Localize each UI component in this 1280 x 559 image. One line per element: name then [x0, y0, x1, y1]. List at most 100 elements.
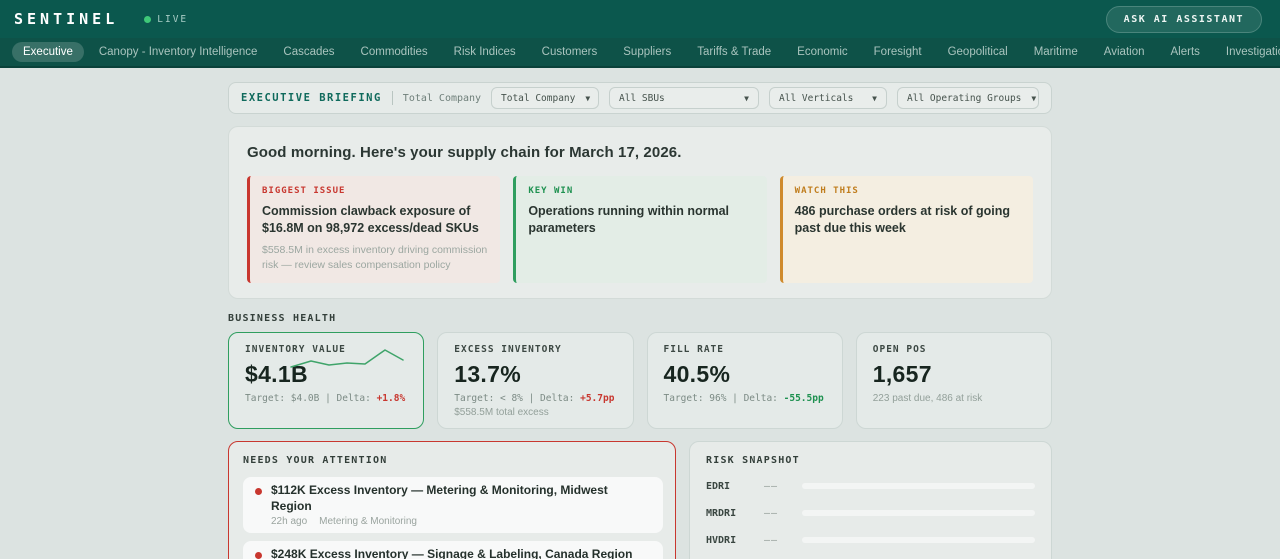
- callout-title: Operations running within normal paramet…: [528, 204, 730, 235]
- risk-index-row: EDRI ——: [706, 479, 1035, 493]
- kpi-label: EXCESS INVENTORY: [454, 344, 562, 356]
- callout-biggest-issue: BIGGEST ISSUE Commission clawback exposu…: [247, 176, 501, 284]
- attention-item-meta: 22h ago Metering & Monitoring: [271, 516, 651, 527]
- risk-index-label: HVDRI: [706, 534, 737, 546]
- chevron-down-icon: ▼: [1031, 93, 1037, 103]
- kpi-row: INVENTORY VALUE $4.1B Target: $4.0B | De…: [228, 332, 1052, 430]
- risk-index-row: HVDRI ——: [706, 533, 1035, 547]
- filter-sbu-value: All SBUs: [619, 92, 665, 104]
- kpi-delta: +1.8%: [376, 393, 406, 405]
- tab-tariffs-trade[interactable]: Tariffs & Trade: [686, 42, 782, 62]
- tab-economic[interactable]: Economic: [786, 42, 859, 62]
- callout-label: BIGGEST ISSUE: [262, 186, 346, 196]
- risk-index-label: MRDRI: [706, 507, 737, 519]
- tab-risk-indices[interactable]: Risk Indices: [443, 42, 527, 62]
- bottom-panels: NEEDS YOUR ATTENTION $112K Excess Invent…: [228, 441, 1052, 559]
- needs-attention-panel: NEEDS YOUR ATTENTION $112K Excess Invent…: [228, 441, 676, 559]
- kpi-target-line: Target: $4.0B | Delta: +1.8%: [245, 393, 407, 404]
- tab-customers[interactable]: Customers: [531, 42, 609, 62]
- kpi-value: 13.7%: [454, 361, 521, 388]
- tab-maritime[interactable]: Maritime: [1023, 42, 1089, 62]
- filter-vertical-value: All Verticals: [779, 92, 854, 104]
- live-label: LIVE: [157, 13, 189, 25]
- tab-cascades[interactable]: Cascades: [272, 42, 345, 62]
- tab-commodities[interactable]: Commodities: [350, 42, 439, 62]
- briefing-title: EXECUTIVE BRIEFING: [241, 92, 382, 104]
- live-dot-icon: [144, 15, 152, 23]
- kpi-inventory-value[interactable]: INVENTORY VALUE $4.1B Target: $4.0B | De…: [228, 332, 425, 430]
- kpi-target: Target: $4.0B | Delta:: [245, 393, 371, 405]
- filter-operating-group-select[interactable]: All Operating Groups ▼: [897, 87, 1039, 109]
- risk-index-label: EDRI: [706, 480, 731, 492]
- main-nav: Executive Canopy - Inventory Intelligenc…: [0, 38, 1280, 68]
- kpi-open-pos[interactable]: OPEN POS 1,657 223 past due, 486 at risk: [855, 332, 1052, 430]
- kpi-delta: +5.7pp: [580, 393, 615, 405]
- live-status: LIVE: [144, 14, 188, 25]
- attention-item-body: $112K Excess Inventory — Metering & Moni…: [271, 483, 651, 527]
- tab-investigations[interactable]: Investigations: [1215, 42, 1280, 62]
- briefing-scope: Total Company: [402, 92, 482, 104]
- chevron-down-icon: ▼: [585, 93, 591, 103]
- attention-item-title: $248K Excess Inventory — Signage & Label…: [271, 547, 633, 559]
- executive-briefing-bar: EXECUTIVE BRIEFING Total Company Total C…: [228, 82, 1052, 114]
- filter-vertical-select[interactable]: All Verticals ▼: [769, 87, 887, 109]
- filter-sbu-select[interactable]: All SBUs ▼: [609, 87, 759, 109]
- attention-item-body: $248K Excess Inventory — Signage & Label…: [271, 547, 632, 559]
- tab-aviation[interactable]: Aviation: [1093, 42, 1156, 62]
- risk-index-value: ——: [764, 480, 779, 492]
- kpi-excess-inventory[interactable]: EXCESS INVENTORY 13.7% Target: < 8% | De…: [437, 332, 634, 430]
- ask-ai-assistant-button[interactable]: ASK AI ASSISTANT: [1105, 5, 1262, 33]
- kpi-target: Target: < 8% | Delta:: [454, 393, 575, 405]
- callout-watch-this: WATCH THIS 486 purchase orders at risk o…: [779, 176, 1033, 284]
- risk-index-bar: [802, 483, 1035, 490]
- kpi-value: 40.5%: [663, 361, 731, 388]
- attention-item-title: $112K Excess Inventory — Metering & Moni…: [271, 483, 608, 513]
- sparkline-icon: [289, 345, 409, 380]
- tab-geopolitical[interactable]: Geopolitical: [937, 42, 1019, 62]
- callout-key-win: KEY WIN Operations running within normal…: [513, 176, 767, 284]
- chevron-down-icon: ▼: [744, 93, 749, 103]
- kpi-delta: -55.5pp: [783, 393, 824, 405]
- callout-row: BIGGEST ISSUE Commission clawback exposu…: [247, 176, 1033, 284]
- tab-suppliers[interactable]: Suppliers: [612, 42, 682, 62]
- callout-label: WATCH THIS: [794, 186, 859, 196]
- filter-company-select[interactable]: Total Company ▼: [491, 87, 599, 109]
- attention-item-category: Metering & Monitoring: [319, 516, 417, 528]
- divider: [391, 91, 393, 105]
- filter-operating-group-value: All Operating Groups: [907, 92, 1022, 104]
- kpi-fill-rate[interactable]: FILL RATE 40.5% Target: 96% | Delta: -55…: [646, 332, 843, 430]
- filter-group: Total Company ▼ All SBUs ▼ All Verticals…: [491, 87, 1039, 109]
- greeting-text: Good morning. Here's your supply chain f…: [247, 144, 682, 161]
- kpi-note: $558.5M total excess: [454, 407, 549, 419]
- tab-alerts[interactable]: Alerts: [1160, 42, 1211, 62]
- kpi-target: Target: 96% | Delta:: [663, 393, 778, 405]
- alert-dot-icon: [255, 552, 262, 559]
- business-health-section-label: BUSINESS HEALTH: [228, 313, 337, 325]
- callout-label: KEY WIN: [528, 186, 574, 196]
- kpi-target-line: Target: 96% | Delta: -55.5pp: [664, 393, 826, 404]
- kpi-value: 1,657: [872, 361, 932, 388]
- kpi-target-line: Target: < 8% | Delta: +5.7pp: [454, 393, 616, 404]
- risk-index-value: ——: [764, 534, 779, 546]
- alert-dot-icon: [255, 488, 262, 496]
- risk-snapshot-panel: RISK SNAPSHOT EDRI —— MRDRI —— HVDRI —— …: [689, 441, 1052, 559]
- kpi-label: FILL RATE: [663, 344, 724, 356]
- risk-index-value: ——: [764, 507, 779, 519]
- risk-snapshot-title: RISK SNAPSHOT: [706, 455, 800, 467]
- tab-foresight[interactable]: Foresight: [863, 42, 933, 62]
- attention-item[interactable]: $112K Excess Inventory — Metering & Moni…: [243, 477, 663, 534]
- tab-canopy-inventory-intelligence[interactable]: Canopy - Inventory Intelligence: [88, 42, 269, 62]
- attention-item[interactable]: $248K Excess Inventory — Signage & Label…: [243, 541, 663, 559]
- filter-company-value: Total Company: [501, 92, 576, 104]
- risk-index-bar: [802, 510, 1035, 517]
- callout-title: Commission clawback exposure of $16.8M o…: [262, 204, 479, 235]
- top-bar: SENTINEL LIVE ASK AI ASSISTANT: [0, 0, 1280, 38]
- tab-executive[interactable]: Executive: [12, 42, 84, 62]
- kpi-note: 223 past due, 486 at risk: [872, 393, 983, 405]
- callout-subtext: $558.5M in excess inventory driving comm…: [262, 243, 488, 271]
- kpi-label: OPEN POS: [872, 344, 927, 356]
- app-logo: SENTINEL: [14, 10, 119, 28]
- chevron-down-icon: ▼: [872, 93, 877, 103]
- callout-title: 486 purchase orders at risk of going pas…: [794, 204, 1011, 235]
- risk-index-row: MRDRI ——: [706, 506, 1035, 520]
